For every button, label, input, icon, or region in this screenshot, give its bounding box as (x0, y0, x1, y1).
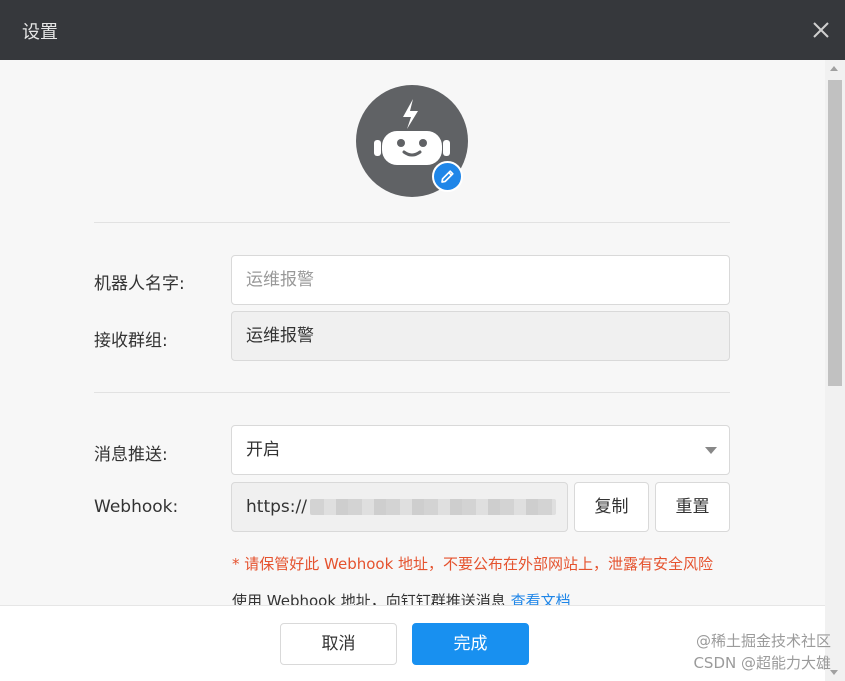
divider-top (94, 222, 730, 223)
divider-middle (94, 392, 730, 393)
webhook-field: https:// (231, 482, 568, 532)
webhook-hint-text: 使用 Webhook 地址，向钉钉群推送消息 (232, 592, 506, 605)
scroll-down-arrow-icon[interactable] (830, 670, 838, 675)
scrollbar-thumb[interactable] (828, 80, 842, 386)
cancel-button[interactable]: 取消 (280, 623, 397, 665)
settings-content: 机器人名字: 接收群组: 运维报警 消息推送: 开启 Webhook: http… (0, 60, 825, 605)
view-docs-link[interactable]: 查看文档 (511, 592, 571, 605)
edit-avatar-button[interactable] (432, 161, 463, 192)
message-push-value: 开启 (246, 440, 280, 460)
webhook-label: Webhook: (94, 497, 179, 517)
copy-button[interactable]: 复制 (574, 482, 649, 532)
webhook-warning: * 请保管好此 Webhook 地址，不要公布在外部网站上，泄露有安全风险 (232, 555, 714, 573)
scroll-up-arrow-icon[interactable] (830, 66, 838, 71)
watermark-juejin: @稀土掘金技术社区 (695, 632, 831, 650)
webhook-redacted-mask (310, 499, 556, 515)
chevron-down-icon (705, 447, 717, 454)
receive-group-value: 运维报警 (246, 326, 314, 346)
reset-button[interactable]: 重置 (655, 482, 730, 532)
dialog-titlebar: 设置 (0, 0, 845, 60)
watermark-csdn: CSDN @超能力大雄 (693, 654, 831, 672)
scrollbar[interactable] (825, 60, 845, 681)
robot-name-input[interactable] (231, 255, 730, 305)
close-icon[interactable] (811, 20, 831, 40)
message-push-label: 消息推送: (94, 445, 168, 465)
pencil-icon (441, 170, 454, 183)
robot-name-label: 机器人名字: (94, 274, 185, 294)
webhook-value: https:// (246, 497, 307, 517)
dialog-title: 设置 (22, 22, 58, 43)
webhook-hint: 使用 Webhook 地址，向钉钉群推送消息 查看文档 (232, 590, 571, 605)
message-push-select[interactable]: 开启 (231, 425, 730, 475)
done-button[interactable]: 完成 (412, 623, 529, 665)
receive-group-label: 接收群组: (94, 331, 168, 351)
receive-group-field: 运维报警 (231, 311, 730, 361)
